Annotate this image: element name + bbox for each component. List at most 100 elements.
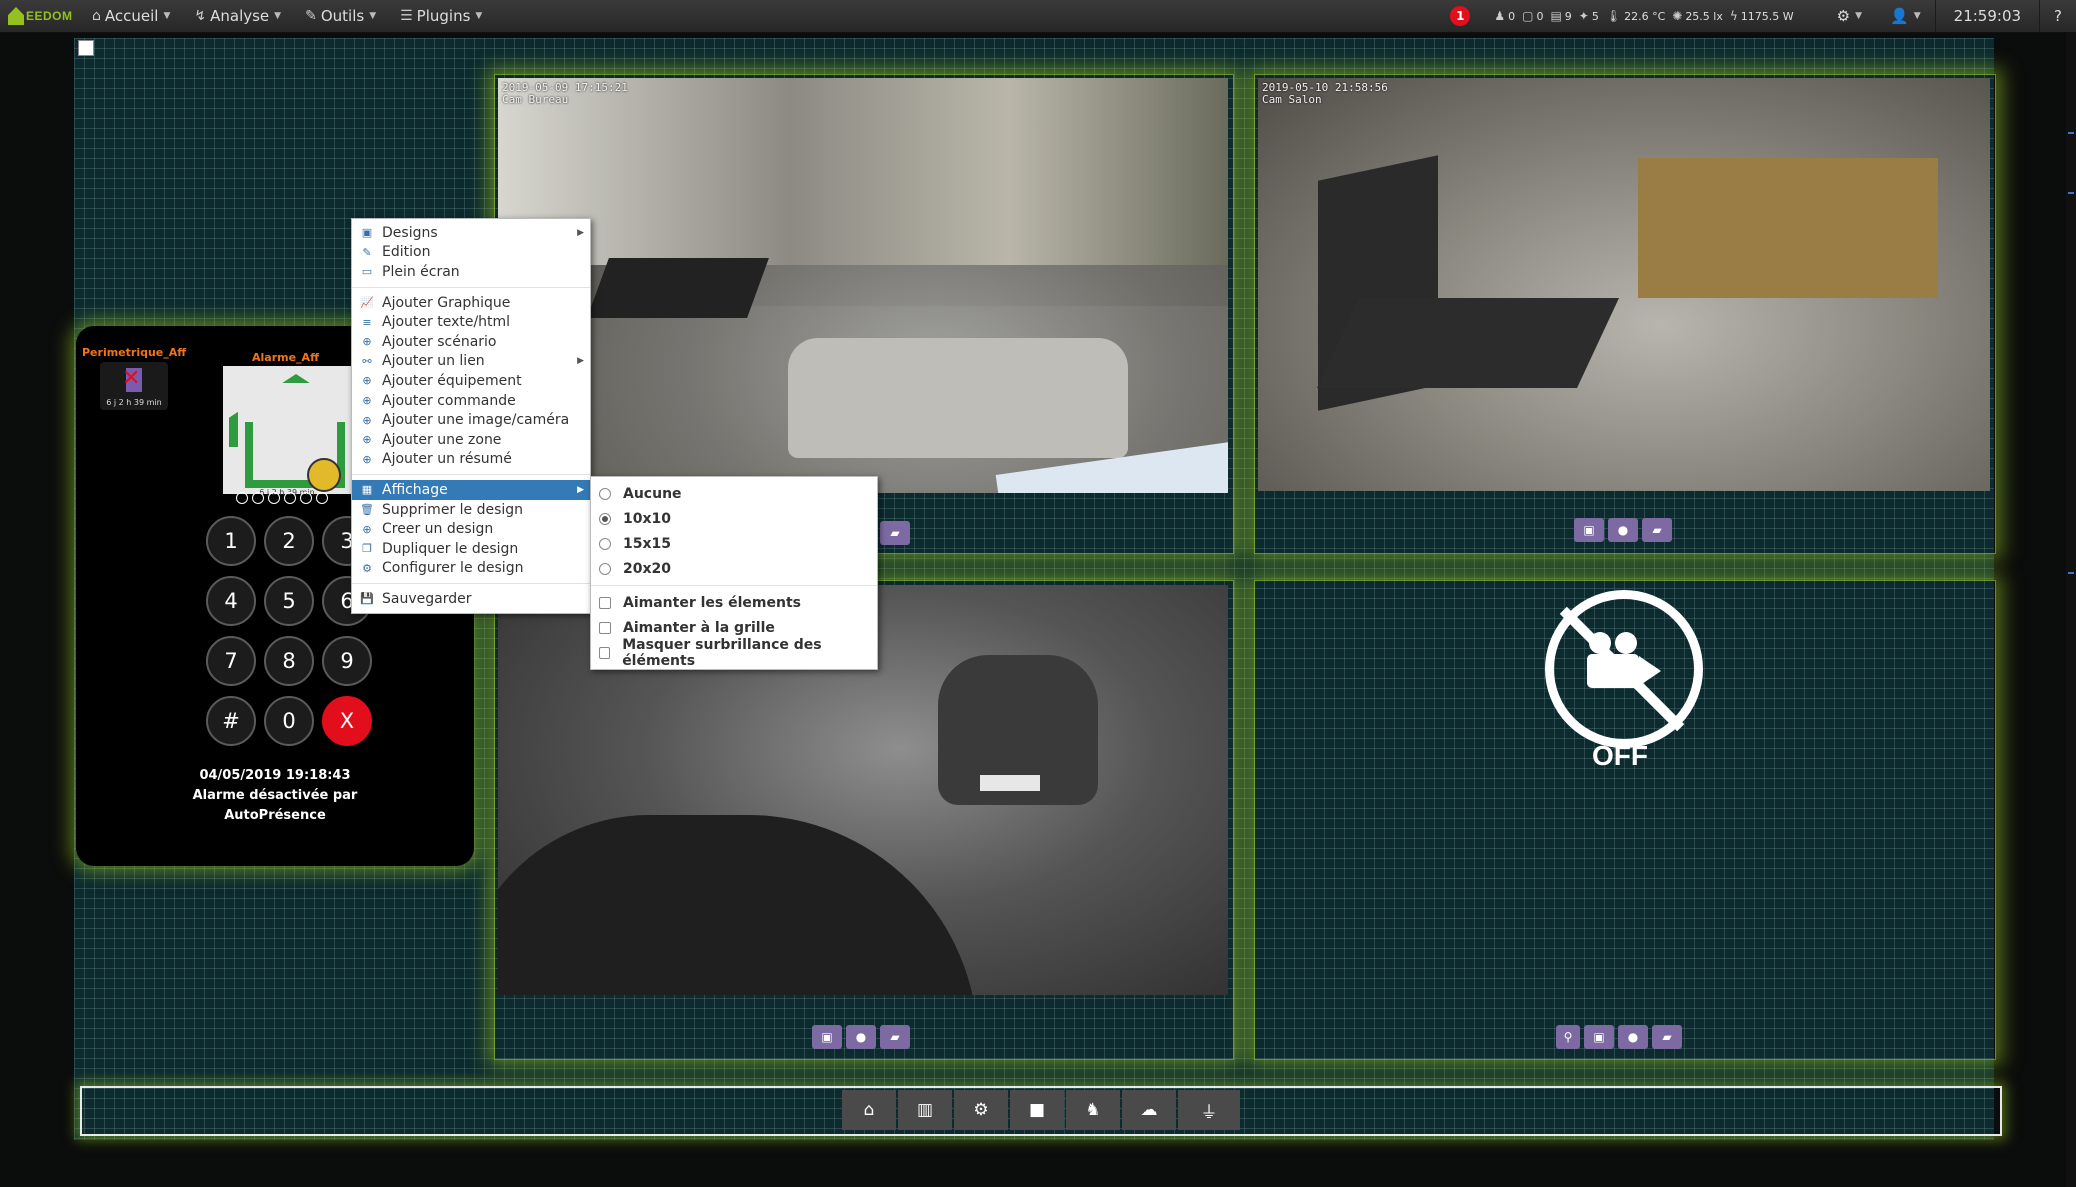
menu-item-ajouter-resume-label: Ajouter un résumé xyxy=(382,451,512,468)
camera-off-ptz-button[interactable]: ⚲ xyxy=(1556,1025,1580,1049)
jeedom-logo[interactable]: EEDOM xyxy=(0,0,80,32)
camera-salon-record-button[interactable]: ● xyxy=(1608,518,1638,542)
summary-power[interactable]: ϟ 1175.5 W xyxy=(1730,9,1794,23)
menu-item-ajouter-resume[interactable]: ⊕ Ajouter un résumé xyxy=(352,450,590,470)
perimetre-age: 6 j 2 h 39 min xyxy=(106,398,162,407)
checkbox-aimanter-grille[interactable] xyxy=(599,621,611,634)
menu-item-ajouter-graphique[interactable]: 📈 Ajouter Graphique xyxy=(352,293,590,313)
camera-off-placeholder[interactable]: OFF xyxy=(1545,590,1705,790)
checkbox-masquer-surbrillance[interactable] xyxy=(599,646,611,659)
tasks-icon: ☰ xyxy=(400,8,413,24)
option-masquer-surbrillance[interactable]: Masquer surbrillance des éléments xyxy=(591,637,877,669)
camera-scene-wall xyxy=(498,78,1228,265)
radio-20x20[interactable] xyxy=(599,562,611,575)
camera-garage-snapshots-button[interactable]: ▰ xyxy=(880,1025,910,1049)
motion-icon: ♟ xyxy=(1494,9,1506,23)
camera-garage-record-button[interactable]: ● xyxy=(846,1025,876,1049)
menu-item-configurer[interactable]: ⚙ Configurer le design xyxy=(352,559,590,579)
camera-off-record-button[interactable]: ● xyxy=(1618,1025,1648,1049)
alarme-widget[interactable]: 6 j 2 h 39 min xyxy=(223,366,363,497)
help-button[interactable]: ? xyxy=(2040,0,2076,32)
radio-10x10[interactable] xyxy=(599,512,611,525)
camera-salon-picture-button[interactable]: ▣ xyxy=(1574,518,1604,542)
menu-plugins-label: Plugins xyxy=(416,7,471,25)
affichage-submenu: Aucune 10x10 15x15 20x20 Aimanter les él… xyxy=(590,476,878,670)
key-2[interactable]: 2 xyxy=(264,516,314,566)
menu-item-ajouter-equipement[interactable]: ⊕ Ajouter équipement xyxy=(352,371,590,391)
key-clear[interactable]: X xyxy=(322,696,372,746)
menu-item-affichage[interactable]: ▦ Affichage ▶ xyxy=(352,480,590,500)
key-hash[interactable]: # xyxy=(206,696,256,746)
key-0[interactable]: 0 xyxy=(264,696,314,746)
summary-temperature[interactable]: 🌡 22.6 °C xyxy=(1606,9,1665,23)
design-energy-button[interactable]: ⏚ xyxy=(1178,1090,1240,1130)
radio-15x15[interactable] xyxy=(599,537,611,550)
menu-item-sauvegarder[interactable]: 💾 Sauvegarder xyxy=(352,589,590,609)
power-icon: ϟ xyxy=(1729,9,1738,23)
plus-circle-icon: ⊕ xyxy=(362,413,372,427)
option-aimanter-elements-label: Aimanter les élements xyxy=(623,594,801,611)
menu-outils[interactable]: ✎ Outils ▼ xyxy=(293,0,388,32)
settings-menu-button[interactable]: ⚙ ▼ xyxy=(1823,0,1876,32)
design-stats-button[interactable]: ▥ xyxy=(898,1090,952,1130)
camera-salon-snapshots-button[interactable]: ▰ xyxy=(1642,518,1672,542)
design-alarm-button[interactable]: ♞ xyxy=(1066,1090,1120,1130)
design-weather-button[interactable]: ☁ xyxy=(1122,1090,1176,1130)
menu-item-designs[interactable]: ▣ Designs ▶ xyxy=(352,223,590,243)
summary-luminosity[interactable]: ✺ 25.5 lx xyxy=(1672,9,1723,23)
camera-off-snapshots-button[interactable]: ▰ xyxy=(1652,1025,1682,1049)
menu-item-supprimer[interactable]: 🗑 Supprimer le design xyxy=(352,500,590,520)
menu-item-edition[interactable]: ✎ Edition xyxy=(352,243,590,263)
menu-item-ajouter-scenario[interactable]: ⊕ Ajouter scénario xyxy=(352,332,590,352)
grid-option-15x15[interactable]: 15x15 xyxy=(591,531,877,556)
summary-shutter[interactable]: ▤ 9 xyxy=(1550,9,1571,23)
menu-item-dupliquer[interactable]: ❐ Dupliquer le design xyxy=(352,539,590,559)
summary-window[interactable]: ▢ 0 xyxy=(1522,9,1543,23)
key-4[interactable]: 4 xyxy=(206,576,256,626)
design-home-button[interactable]: ⌂ xyxy=(842,1090,896,1130)
pin-dot xyxy=(300,492,312,504)
global-summary[interactable]: ♟ 0 ▢ 0 ▤ 9 ✦ 5 🌡 22.6 °C ✺ 25.5 lx ϟ 1175.5 W xyxy=(1494,9,1800,23)
camera-off-picture-button[interactable]: ▣ xyxy=(1584,1025,1614,1049)
camera-salon-name: Cam Salon xyxy=(1262,93,1322,106)
option-aimanter-elements[interactable]: Aimanter les élements xyxy=(591,590,877,615)
camera-bureau-feed[interactable]: 2019-05-09 17:15:21 Cam Bureau xyxy=(498,78,1228,493)
trash-icon: 🗑 xyxy=(360,503,374,517)
grid-option-aucune[interactable]: Aucune xyxy=(591,481,877,506)
menu-item-ajouter-texte[interactable]: ≡ Ajouter texte/html xyxy=(352,312,590,332)
grid-option-10x10[interactable]: 10x10 xyxy=(591,506,877,531)
summary-motion[interactable]: ♟ 0 xyxy=(1494,9,1515,23)
menu-item-ajouter-zone[interactable]: ⊕ Ajouter une zone xyxy=(352,430,590,450)
summary-light[interactable]: ✦ 5 xyxy=(1579,9,1599,23)
checkbox-aimanter-elements[interactable] xyxy=(599,596,611,609)
menu-item-plein-ecran[interactable]: ▭ Plein écran xyxy=(352,262,590,282)
light-icon: ✦ xyxy=(1578,9,1589,23)
message-count-badge[interactable]: 1 xyxy=(1450,6,1471,26)
design-camera-button[interactable]: ■ xyxy=(1010,1090,1064,1130)
menu-accueil[interactable]: ⌂ Accueil ▼ xyxy=(80,0,182,32)
key-9[interactable]: 9 xyxy=(322,636,372,686)
menu-item-ajouter-commande[interactable]: ⊕ Ajouter commande xyxy=(352,391,590,411)
menu-analyse[interactable]: ↯ Analyse ▼ xyxy=(182,0,293,32)
camera-garage-controls: ▣ ● ▰ xyxy=(812,1025,910,1049)
map-marker-icon: ⚲ xyxy=(1563,1030,1573,1044)
key-7[interactable]: 7 xyxy=(206,636,256,686)
menu-plugins[interactable]: ☰ Plugins ▼ xyxy=(388,0,494,32)
radio-aucune[interactable] xyxy=(599,487,611,500)
key-8[interactable]: 8 xyxy=(264,636,314,686)
grid-option-20x20[interactable]: 20x20 xyxy=(591,556,877,581)
menu-item-creer[interactable]: ⊕ Creer un design xyxy=(352,519,590,539)
summary-window-value: 0 xyxy=(1536,9,1544,23)
key-5[interactable]: 5 xyxy=(264,576,314,626)
design-settings-button[interactable]: ⚙ xyxy=(954,1090,1008,1130)
camera-bureau-snapshots-button[interactable]: ▰ xyxy=(880,521,910,545)
camera-garage-picture-button[interactable]: ▣ xyxy=(812,1025,842,1049)
submenu-arrow-icon: ▶ xyxy=(577,484,584,495)
key-1[interactable]: 1 xyxy=(206,516,256,566)
camera-salon-feed[interactable]: 2019-05-10 21:58:56 Cam Salon xyxy=(1258,78,1990,491)
picture-icon: ▣ xyxy=(821,1030,833,1044)
user-menu-button[interactable]: 👤 ▼ xyxy=(1876,0,1935,32)
menu-item-ajouter-image[interactable]: ⊕ Ajouter une image/caméra xyxy=(352,410,590,430)
perimetre-widget[interactable]: ✕ 6 j 2 h 39 min xyxy=(100,362,168,410)
menu-item-ajouter-lien[interactable]: ⚯ Ajouter un lien ▶ xyxy=(352,352,590,372)
